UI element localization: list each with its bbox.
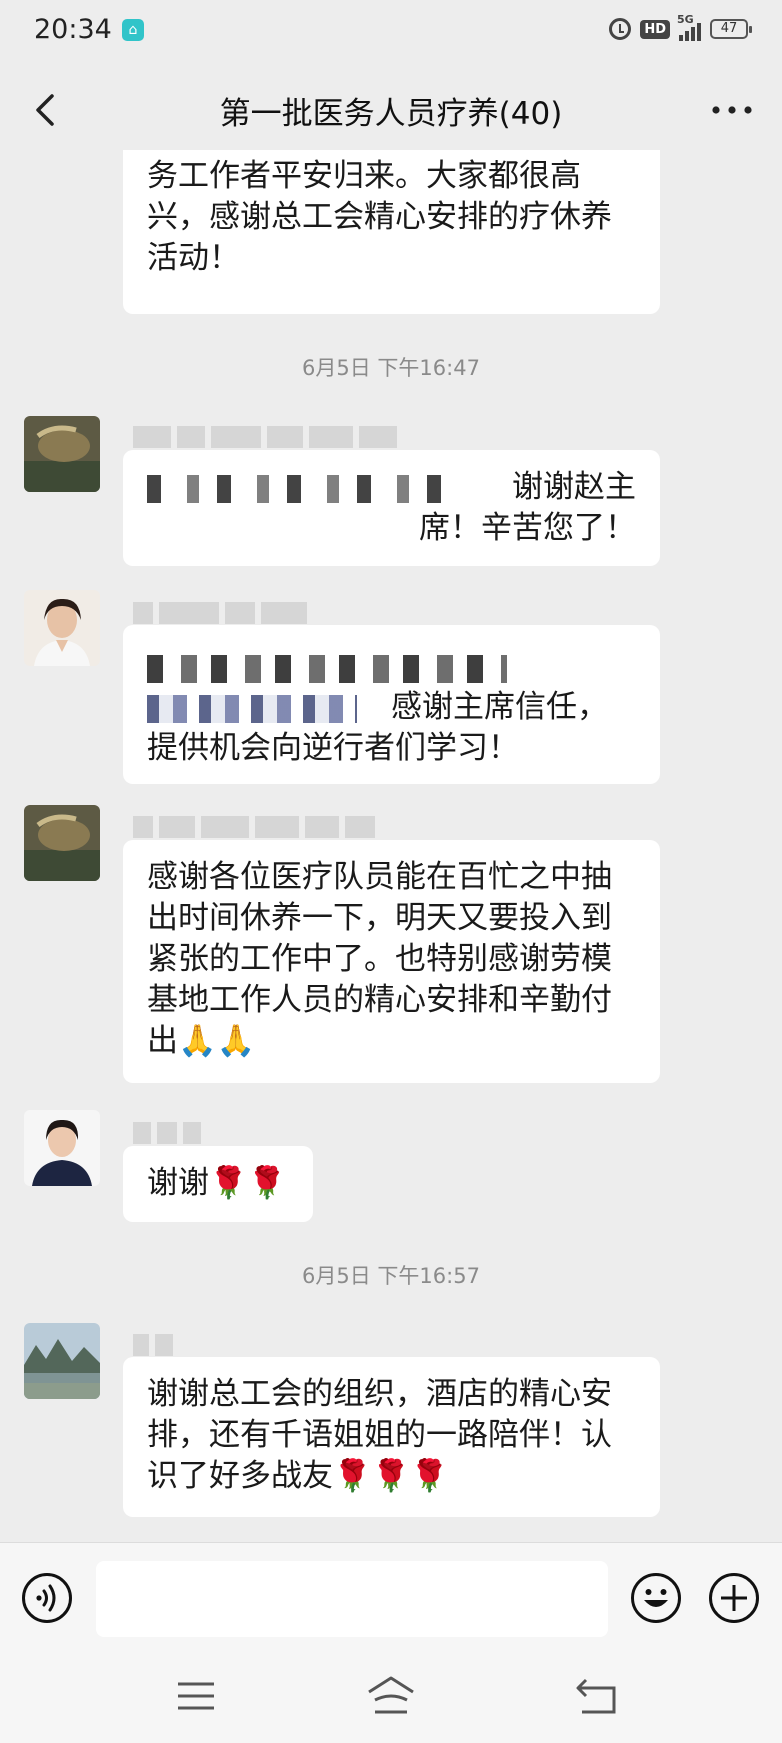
message-line: 感谢主席信任， (147, 687, 636, 728)
sender-name-blurred (133, 816, 381, 842)
status-bar: 20:34 ⌂ HD 5G 47 (0, 0, 782, 62)
navigation-bar (0, 1654, 782, 1743)
plus-icon[interactable] (708, 1572, 760, 1624)
avatar[interactable] (24, 1110, 100, 1186)
return-icon[interactable] (574, 1674, 620, 1718)
message-text: 谢谢赵主 席！辛苦您了！ (419, 469, 636, 546)
message-bubble[interactable]: 感谢主席信任， 提供机会向逆行者们学习！ (123, 625, 660, 784)
status-time: 20:34 (34, 14, 112, 45)
message-bubble[interactable]: 谢谢🌹🌹 (123, 1146, 313, 1222)
message-text: 谢谢总工会的组织，酒店的精心安 排，还有千语姐姐的一路陪伴！认 识了好多战友🌹🌹… (147, 1376, 612, 1494)
chat-title: 第一批医务人员疗养(40) (219, 96, 563, 132)
title-bar: 第一批医务人员疗养(40) (0, 62, 782, 158)
message-input[interactable] (96, 1561, 608, 1637)
emoji-icon[interactable] (630, 1572, 682, 1624)
sender-name-blurred (133, 1122, 207, 1148)
message-bubble[interactable]: 感谢各位医疗队员能在百忙之中抽 出时间休养一下，明天又要投入到 紧张的工作中了。… (123, 840, 660, 1083)
avatar[interactable] (24, 1323, 100, 1399)
status-indicators: HD 5G 47 (609, 13, 752, 41)
message-text: 谢谢🌹🌹 (147, 1165, 287, 1201)
menu-icon[interactable] (176, 1676, 216, 1716)
voice-icon[interactable] (21, 1572, 73, 1624)
sender-name-blurred (133, 426, 403, 452)
message-line (147, 647, 636, 683)
chat-messages[interactable]: 于16:30抵达省总工会，33位医 务工作者平安归来。大家都很高 兴，感谢总工会… (0, 150, 782, 1542)
redacted-text (147, 654, 507, 683)
network-label: 5G (677, 13, 694, 26)
message-text: 于16:30抵达省总工会，33位医 务工作者平安归来。大家都很高 兴，感谢总工会… (147, 150, 612, 276)
home-icon[interactable] (366, 1674, 416, 1718)
message-bubble[interactable]: 谢谢赵主 席！辛苦您了！ (123, 450, 660, 566)
more-dots-icon[interactable] (708, 90, 756, 130)
avatar[interactable] (24, 416, 100, 492)
message-text: 提供机会向逆行者们学习！ (147, 730, 519, 766)
hd-icon: HD (640, 19, 670, 39)
message-text: 感谢各位医疗队员能在百忙之中抽 出时间休养一下，明天又要投入到 紧张的工作中了。… (147, 859, 612, 1059)
avatar[interactable] (24, 590, 100, 666)
app-notification-icon: ⌂ (122, 19, 144, 41)
alarm-icon (609, 18, 632, 40)
avatar[interactable] (24, 805, 100, 881)
message-text: 感谢主席信任， (391, 689, 608, 725)
message-bubble[interactable]: 于16:30抵达省总工会，33位医 务工作者平安归来。大家都很高 兴，感谢总工会… (123, 150, 660, 314)
timestamp: 6月5日 下午16:57 (302, 1264, 480, 1288)
timestamp: 6月5日 下午16:47 (302, 356, 480, 380)
signal-icon: 5G (677, 13, 701, 41)
battery-icon: 47 (710, 19, 752, 39)
message-bubble[interactable]: 谢谢总工会的组织，酒店的精心安 排，还有千语姐姐的一路陪伴！认 识了好多战友🌹🌹… (123, 1357, 660, 1517)
redacted-text (147, 694, 357, 723)
input-bar (0, 1542, 782, 1655)
